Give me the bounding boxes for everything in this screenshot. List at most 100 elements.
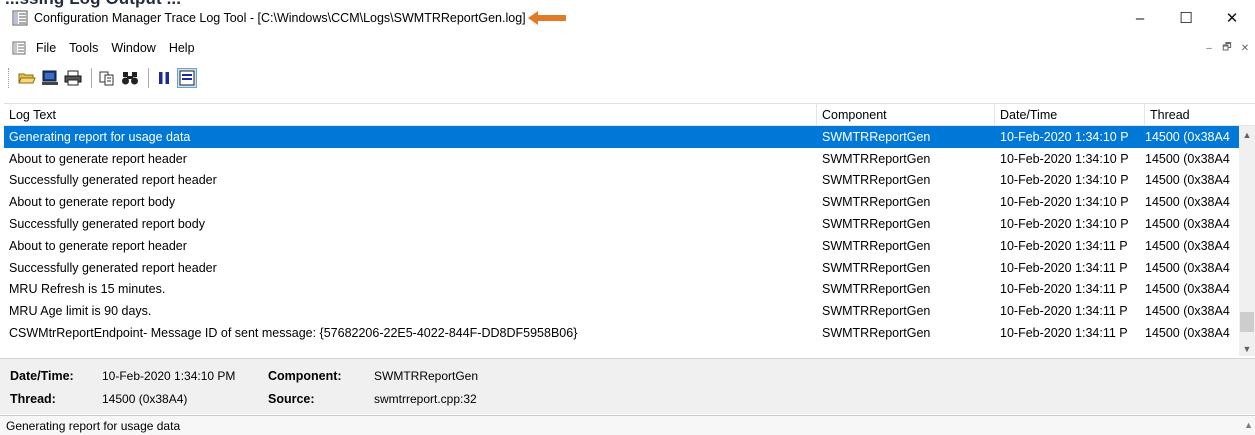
menu-bar: File Tools Window Help – 🗗 ✕ [0,38,1255,58]
computer-icon [42,70,58,85]
log-row[interactable]: About to generate report body SWMTRRepor… [4,191,1255,213]
datetime-cell: 10-Feb-2020 1:34:11 P [1000,260,1128,275]
pause-icon [159,72,169,84]
open-icon [18,73,36,84]
log-row[interactable]: MRU Refresh is 15 minutes. SWMTRReportGe… [4,279,1255,301]
menu-tools[interactable]: Tools [69,41,98,55]
datetime-value: 10-Feb-2020 1:34:10 PM [102,369,236,383]
component-cell: SWMTRReportGen [822,129,931,144]
print-button[interactable] [63,68,83,88]
mdi-minimize-button[interactable]: – [1201,40,1217,56]
copy-icon [99,71,114,86]
log-text-cell: Successfully generated report body [9,217,205,232]
column-header-datetime[interactable]: Date/Time [995,104,1145,126]
log-text-cell: About to generate report header [9,151,187,166]
log-row[interactable]: MRU Age limit is 90 days. SWMTRReportGen… [4,300,1255,322]
scroll-down-icon[interactable]: ▼ [1239,340,1255,356]
toolbar-grip[interactable] [8,68,11,88]
status-bar: Generating report for usage data ▲ [0,415,1255,435]
status-text: Generating report for usage data [6,418,181,433]
column-header-thread[interactable]: Thread [1145,104,1240,126]
log-text-cell: Successfully generated report header [9,173,217,188]
component-cell: SWMTRReportGen [822,260,931,275]
vertical-scrollbar[interactable]: ▲ ▼ [1239,126,1255,356]
column-header-component[interactable]: Component [817,104,995,126]
log-text-cell: CSWMtrReportEndpoint- Message ID of sent… [9,326,578,341]
scrollbar-thumb[interactable] [1240,312,1254,332]
toolbar [0,64,1255,92]
log-grid: Log Text Component Date/Time Thread Gene… [4,103,1255,356]
window-controls: – ☐ ✕ [1117,6,1255,30]
component-label: Component: [268,369,342,383]
component-cell: SWMTRReportGen [822,151,931,166]
thread-cell: 14500 (0x38A4 [1145,282,1230,297]
log-text-cell: About to generate report header [9,238,187,253]
log-text-cell: About to generate report body [9,195,176,210]
print-icon [64,70,82,86]
datetime-cell: 10-Feb-2020 1:34:11 P [1000,304,1128,319]
menu-help[interactable]: Help [169,41,195,55]
datetime-cell: 10-Feb-2020 1:34:10 P [1000,129,1129,144]
toolbar-separator [91,68,92,88]
document-icon[interactable] [12,41,26,55]
log-text-cell: Successfully generated report header [9,260,217,275]
component-cell: SWMTRReportGen [822,304,931,319]
thread-value: 14500 (0x38A4) [102,392,188,406]
datetime-label: Date/Time: [10,369,74,383]
log-row-selected[interactable]: Generating report for usage data SWMTRRe… [4,126,1255,148]
datetime-cell: 10-Feb-2020 1:34:10 P [1000,217,1129,232]
column-header-log-text[interactable]: Log Text [4,104,817,126]
maximize-button[interactable]: ☐ [1163,6,1209,30]
datetime-cell: 10-Feb-2020 1:34:11 P [1000,326,1128,341]
component-cell: SWMTRReportGen [822,238,931,253]
resize-grip-icon[interactable]: ▲ [1244,420,1253,430]
source-label: Source: [268,392,315,406]
mdi-controls: – 🗗 ✕ [1201,40,1253,56]
datetime-cell: 10-Feb-2020 1:34:11 P [1000,238,1128,253]
log-row[interactable]: About to generate report header SWMTRRep… [4,148,1255,170]
annotation-arrow-icon [527,11,566,25]
log-text-cell: Generating report for usage data [9,129,191,144]
close-button[interactable]: ✕ [1209,6,1255,30]
open-button[interactable] [17,68,37,88]
source-value: swmtrreport.cpp:32 [374,392,477,406]
thread-cell: 14500 (0x38A4 [1145,260,1230,275]
copy-button[interactable] [97,68,117,88]
thread-cell: 14500 (0x38A4 [1145,326,1230,341]
thread-cell: 14500 (0x38A4 [1145,238,1230,253]
thread-cell: 14500 (0x38A4 [1145,217,1230,232]
highlight-button[interactable] [177,68,197,88]
component-cell: SWMTRReportGen [822,195,931,210]
component-cell: SWMTRReportGen [822,282,931,297]
app-icon [12,10,28,26]
find-icon [122,72,138,85]
log-row[interactable]: Successfully generated report header SWM… [4,257,1255,279]
menu-window[interactable]: Window [111,41,155,55]
minimize-button[interactable]: – [1117,6,1163,30]
thread-cell: 14500 (0x38A4 [1145,151,1230,166]
log-text-cell: MRU Refresh is 15 minutes. [9,282,166,297]
datetime-cell: 10-Feb-2020 1:34:10 P [1000,151,1129,166]
log-row[interactable]: About to generate report header SWMTRRep… [4,235,1255,257]
log-text-cell: MRU Age limit is 90 days. [9,304,152,319]
details-pane: Date/Time: 10-Feb-2020 1:34:10 PM Compon… [0,358,1255,414]
scroll-up-icon[interactable]: ▲ [1239,126,1255,143]
computer-button[interactable] [40,68,60,88]
component-cell: SWMTRReportGen [822,217,931,232]
log-row[interactable]: Successfully generated report body SWMTR… [4,213,1255,235]
title-bar: Configuration Manager Trace Log Tool - [… [0,6,1255,30]
component-value: SWMTRReportGen [374,369,479,383]
menu-file[interactable]: File [36,41,56,55]
mdi-restore-button[interactable]: 🗗 [1219,40,1235,56]
grid-header: Log Text Component Date/Time Thread [4,104,1255,126]
thread-label: Thread: [10,392,56,406]
highlight-icon [179,70,195,86]
pause-button[interactable] [154,68,174,88]
window-title: Configuration Manager Trace Log Tool - [… [34,11,526,25]
log-row[interactable]: CSWMtrReportEndpoint- Message ID of sent… [4,322,1255,344]
mdi-close-button[interactable]: ✕ [1237,40,1253,56]
find-button[interactable] [120,68,140,88]
datetime-cell: 10-Feb-2020 1:34:10 P [1000,195,1129,210]
thread-cell: 14500 (0x38A4 [1145,129,1230,144]
log-row[interactable]: Successfully generated report header SWM… [4,170,1255,192]
